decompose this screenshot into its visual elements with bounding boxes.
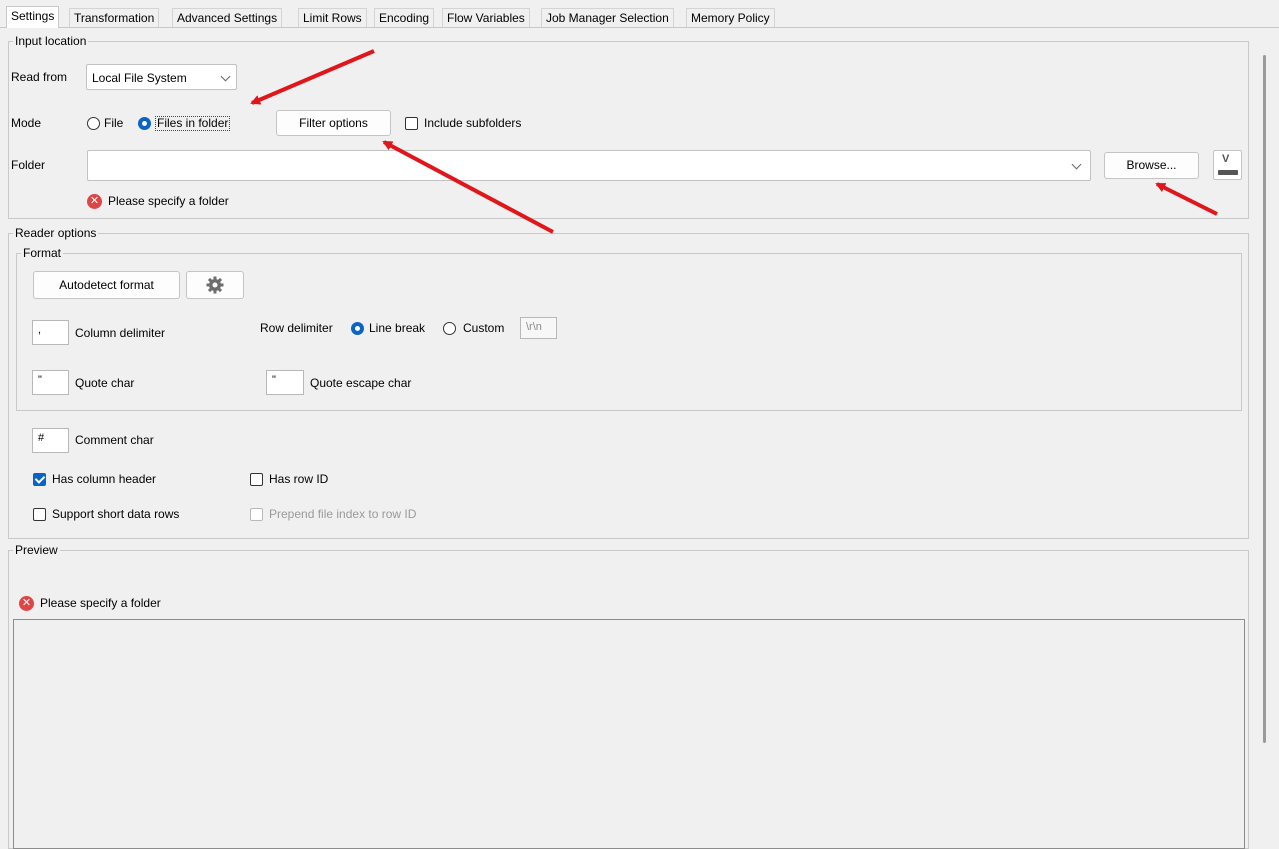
annotation-arrow-files-in-folder xyxy=(250,49,375,105)
annotation-arrow-filter-options xyxy=(382,140,554,234)
tab-settings[interactable]: Settings xyxy=(6,6,60,28)
annotation-arrows xyxy=(250,49,1218,234)
annotation-arrow-browse xyxy=(1155,182,1218,216)
